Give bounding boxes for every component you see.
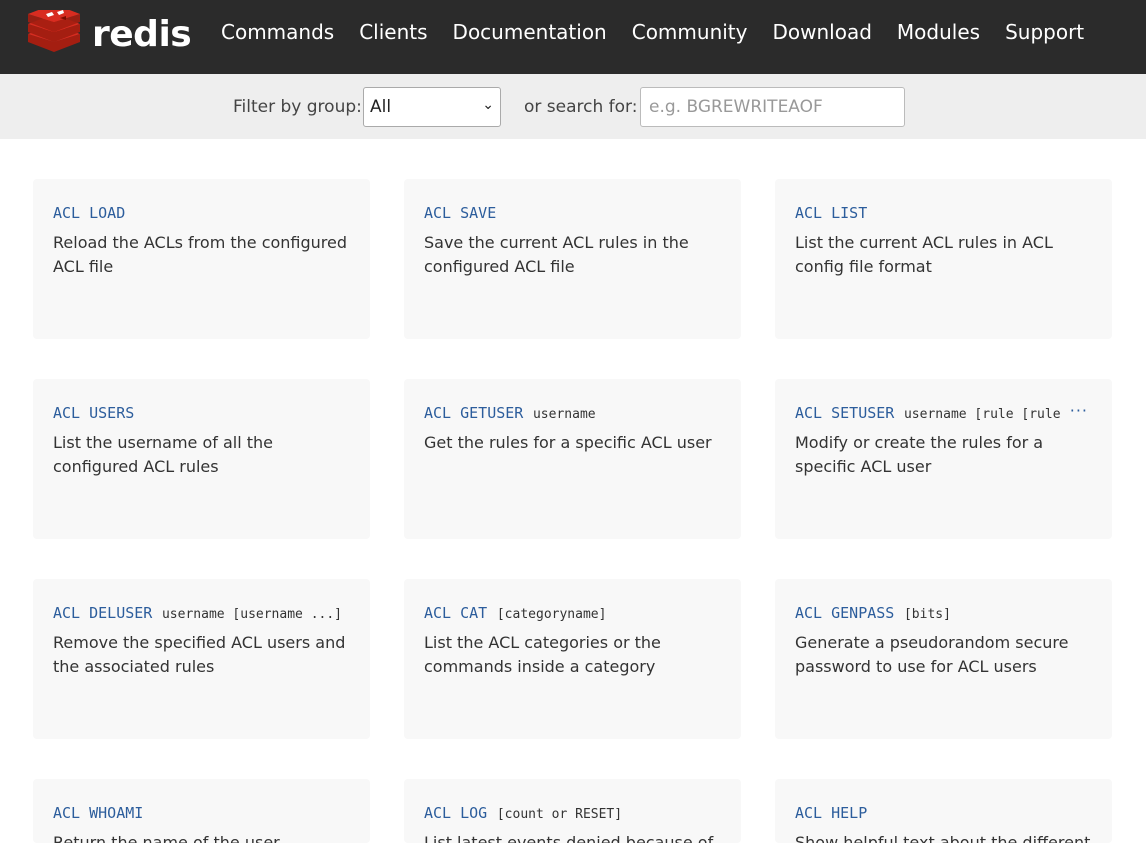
command-args: username [username ...]	[161, 607, 342, 622]
redis-logo[interactable]: redis	[26, 10, 192, 58]
command-card[interactable]: ACL WHOAMI Return the name of the user a…	[33, 779, 370, 843]
command-card[interactable]: ACL LIST List the current ACL rules in A…	[775, 179, 1112, 339]
redis-cube-icon	[28, 10, 80, 52]
command-name-link[interactable]: ACL LIST	[795, 204, 867, 222]
command-card[interactable]: ACL HELP Show helpful text about the dif…	[775, 779, 1112, 843]
command-name-link[interactable]: ACL LOG	[424, 804, 487, 822]
command-description: List the username of all the configured …	[53, 433, 274, 476]
command-description: List the current ACL rules in ACL config…	[795, 233, 1053, 276]
command-name-link[interactable]: ACL HELP	[795, 804, 867, 822]
command-title: ACL SAVE	[424, 203, 721, 225]
search-input[interactable]	[640, 87, 905, 127]
command-title: ACL HELP	[795, 803, 1092, 825]
command-name-link[interactable]: ACL GENPASS	[795, 604, 894, 622]
command-title: ACL DELUSER username [username ...]	[53, 603, 350, 625]
command-name-link[interactable]: ACL GETUSER	[424, 404, 523, 422]
command-card[interactable]: ACL CAT [categoryname] List the ACL cate…	[404, 579, 741, 739]
command-title: ACL CAT [categoryname]	[424, 603, 721, 625]
nav-link-clients[interactable]: Clients	[359, 20, 427, 44]
command-description: Save the current ACL rules in the config…	[424, 233, 689, 276]
nav-link-documentation[interactable]: Documentation	[453, 20, 607, 44]
command-name-link[interactable]: ACL CAT	[424, 604, 487, 622]
command-title: ACL LIST	[795, 203, 1092, 225]
command-title: ACL USERS	[53, 403, 350, 425]
command-title: ACL SETUSER username [rule [rule	[795, 403, 1065, 425]
nav-link-download[interactable]: Download	[773, 20, 872, 44]
main-nav: Commands Clients Documentation Community…	[221, 20, 1109, 44]
command-description: List latest events denied because of	[424, 833, 714, 843]
nav-link-community[interactable]: Community	[632, 20, 748, 44]
nav-link-commands[interactable]: Commands	[221, 20, 334, 44]
command-card[interactable]: ACL LOAD Reload the ACLs from the config…	[33, 179, 370, 339]
ellipsis-icon[interactable]: ···	[1070, 401, 1088, 420]
command-name-link[interactable]: ACL SAVE	[424, 204, 496, 222]
top-navigation: redis Commands Clients Documentation Com…	[0, 0, 1146, 74]
command-card[interactable]: ACL SAVE Save the current ACL rules in t…	[404, 179, 741, 339]
command-title: ACL GETUSER username	[424, 403, 721, 425]
command-card[interactable]: ACL LOG [count or RESET] List latest eve…	[404, 779, 741, 843]
command-title: ACL WHOAMI	[53, 803, 350, 825]
command-description: Generate a pseudorandom secure password …	[795, 633, 1069, 676]
command-args: [categoryname]	[496, 607, 607, 622]
command-card[interactable]: ACL SETUSER username [rule [rule ··· Mod…	[775, 379, 1112, 539]
command-args: username [rule [rule	[903, 407, 1061, 422]
command-description: Modify or create the rules for a specifi…	[795, 433, 1044, 476]
command-args: [bits]	[903, 607, 951, 622]
nav-link-support[interactable]: Support	[1005, 20, 1084, 44]
command-name-link[interactable]: ACL SETUSER	[795, 404, 894, 422]
command-args: [count or RESET]	[496, 807, 623, 822]
command-description: Get the rules for a specific ACL user	[424, 433, 712, 452]
command-title: ACL GENPASS [bits]	[795, 603, 1092, 625]
nav-link-modules[interactable]: Modules	[897, 20, 980, 44]
group-select-value: All	[370, 97, 392, 117]
filter-group-label: Filter by group:	[233, 97, 362, 117]
command-args: username	[532, 407, 596, 422]
command-title: ACL LOAD	[53, 203, 350, 225]
command-description: Show helpful text about the different	[795, 833, 1091, 843]
command-description: Reload the ACLs from the configured ACL …	[53, 233, 348, 276]
command-name-link[interactable]: ACL DELUSER	[53, 604, 152, 622]
group-select[interactable]: All ⌄	[363, 87, 501, 127]
command-description: Remove the specified ACL users and the a…	[53, 633, 346, 676]
command-name-link[interactable]: ACL USERS	[53, 404, 134, 422]
command-name-link[interactable]: ACL LOAD	[53, 204, 125, 222]
command-card[interactable]: ACL GETUSER username Get the rules for a…	[404, 379, 741, 539]
chevron-down-icon: ⌄	[482, 97, 494, 113]
command-name-link[interactable]: ACL WHOAMI	[53, 804, 143, 822]
command-card[interactable]: ACL USERS List the username of all the c…	[33, 379, 370, 539]
command-description: List the ACL categories or the commands …	[424, 633, 661, 676]
command-title: ACL LOG [count or RESET]	[424, 803, 721, 825]
filter-bar: Filter by group: All ⌄ or search for:	[0, 74, 1146, 139]
command-card[interactable]: ACL GENPASS [bits] Generate a pseudorand…	[775, 579, 1112, 739]
brand-name: redis	[92, 13, 192, 55]
search-label: or search for:	[524, 97, 638, 117]
command-description: Return the name of the user associated	[53, 833, 280, 843]
command-card[interactable]: ACL DELUSER username [username ...] Remo…	[33, 579, 370, 739]
